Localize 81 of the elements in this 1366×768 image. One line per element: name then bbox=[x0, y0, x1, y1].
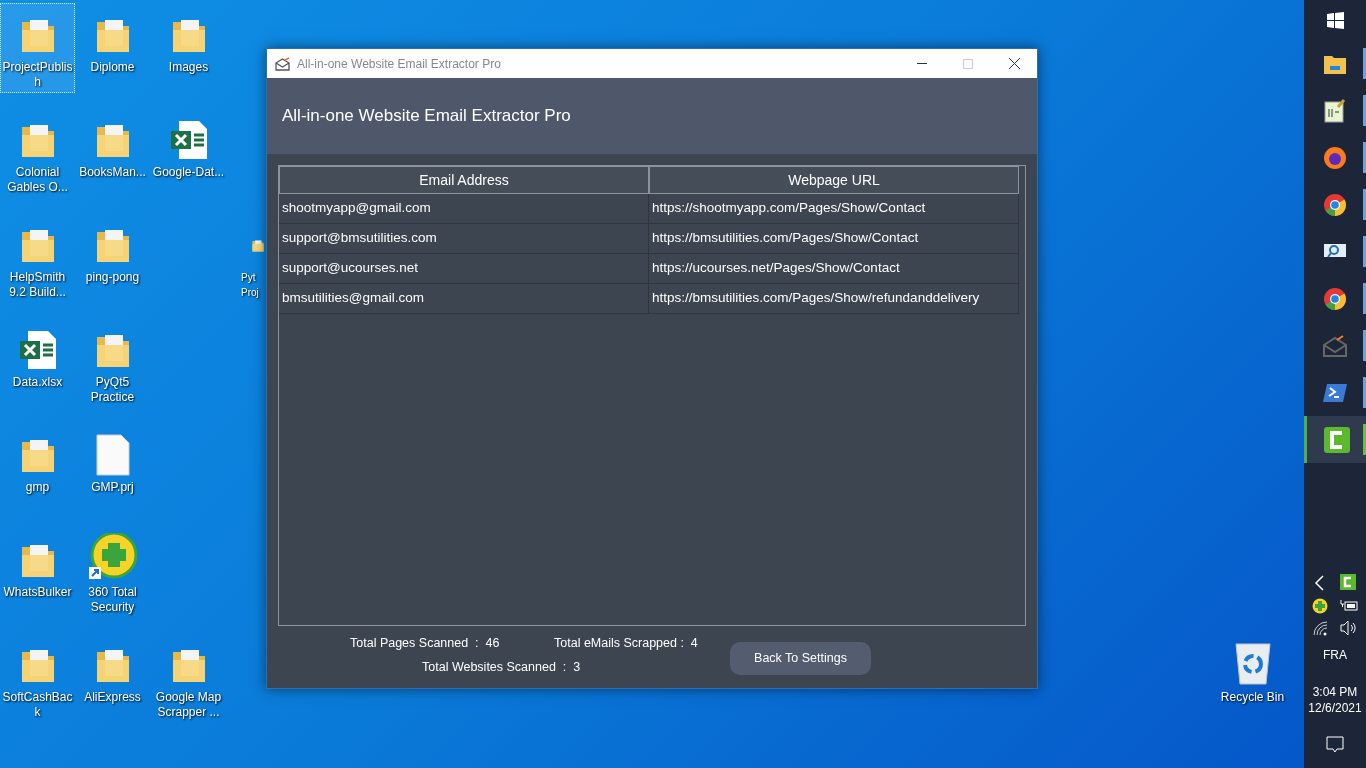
maximize-icon bbox=[963, 58, 973, 69]
desktop-icon[interactable]: Google Map Scrapper ... bbox=[151, 633, 226, 723]
desktop-icon[interactable]: Data.xlsx bbox=[0, 318, 75, 393]
icon-label: BooksMan... bbox=[79, 165, 146, 180]
clock-date[interactable]: 12/6/2021 bbox=[1308, 700, 1362, 716]
terminal-icon bbox=[1323, 382, 1347, 403]
icon-label: Recycle Bin bbox=[1220, 690, 1285, 705]
desktop-icon[interactable]: AliExpress bbox=[75, 633, 150, 708]
table-cell: support@bmsutilities.com bbox=[279, 224, 649, 254]
table-cell: https://bmsutilities.com/Pages/Show/Contact bbox=[649, 224, 1019, 254]
column-header[interactable]: Webpage URL bbox=[649, 166, 1019, 194]
desktop-icon[interactable]: Google-Dat... bbox=[151, 108, 226, 183]
icon-label: HelpSmith 9.2 Build... bbox=[8, 270, 67, 300]
language-indicator[interactable]: FRA bbox=[1323, 646, 1347, 664]
minimize-icon bbox=[917, 63, 927, 65]
icon-label: Pyt Proj bbox=[240, 271, 260, 300]
table-cell: bmsutilities@gmail.com bbox=[279, 284, 649, 314]
desktop-icon[interactable]: WhatsBulker bbox=[0, 528, 75, 603]
desktop-icon[interactable]: Diplome bbox=[75, 3, 150, 78]
icon-label: ProjectPublish bbox=[1, 60, 74, 90]
icon-label: AliExpress bbox=[84, 690, 141, 705]
icon-label: 360 Total Security bbox=[87, 585, 138, 615]
icon-label: Google-Dat... bbox=[152, 165, 225, 180]
envelope-icon bbox=[275, 56, 290, 71]
icon-label: WhatsBulker bbox=[3, 585, 72, 600]
stat-text: Total eMails Scrapped : 4 bbox=[554, 635, 698, 652]
spreadsheet-icon bbox=[168, 119, 209, 161]
firefox-icon bbox=[1323, 145, 1347, 170]
window-title: All-in-one Website Email Extractor Pro bbox=[297, 55, 501, 73]
desktop-icon[interactable]: SoftCashBack bbox=[0, 633, 75, 723]
file-icon bbox=[95, 434, 130, 476]
stat-text: Total Websites Scanned : 3 bbox=[422, 659, 581, 676]
icon-label: Images bbox=[168, 60, 209, 75]
table-cell: https://shootmyapp.com/Pages/Show/Contact bbox=[649, 194, 1019, 224]
envelope-icon bbox=[1323, 334, 1347, 357]
plus-shield-icon[interactable] bbox=[1312, 598, 1328, 614]
battery-icon[interactable] bbox=[1340, 598, 1358, 612]
notepad-icon bbox=[1324, 98, 1346, 123]
icon-label: SoftCashBack bbox=[1, 690, 74, 720]
notification-icon[interactable] bbox=[1326, 736, 1344, 754]
table-cell: shootmyapp@gmail.com bbox=[279, 194, 649, 224]
stat-text: Total Pages Scanned : 46 bbox=[350, 635, 500, 652]
icon-label: Colonial Gables O... bbox=[6, 165, 69, 195]
table-cell: https://ucourses.net/Pages/Show/Contact bbox=[649, 254, 1019, 284]
desktop-icon[interactable]: BooksMan... bbox=[75, 108, 150, 183]
icon-label: gmp bbox=[25, 480, 50, 495]
chrome-icon bbox=[1323, 192, 1347, 217]
table-cell: https://bmsutilities.com/Pages/Show/refundanddelivery bbox=[649, 284, 1019, 314]
desktop-icon[interactable]: HelpSmith 9.2 Build... bbox=[0, 213, 75, 303]
desktop-icon[interactable]: ProjectPublish bbox=[0, 3, 75, 93]
clock-time[interactable]: 3:04 PM bbox=[1312, 684, 1358, 700]
icon-label: Data.xlsx bbox=[12, 375, 63, 390]
icon-label: ping-pong bbox=[85, 270, 140, 285]
icon-label: Google Map Scrapper ... bbox=[154, 690, 223, 720]
desktop-icon[interactable]: ping-pong bbox=[75, 213, 150, 288]
desktop-icon[interactable]: GMP.prj bbox=[75, 423, 150, 498]
close-icon bbox=[1008, 58, 1020, 70]
table-cell: support@ucourses.net bbox=[279, 254, 649, 284]
trash-bin-icon bbox=[1233, 640, 1272, 686]
app-heading: All-in-one Website Email Extractor Pro bbox=[282, 105, 571, 128]
windows-logo-icon bbox=[1326, 11, 1344, 29]
icon-label: GMP.prj bbox=[91, 480, 134, 495]
desktop-icon[interactable]: Images bbox=[151, 3, 226, 78]
desktop-icon[interactable]: PyQt5 Practice bbox=[75, 318, 150, 408]
icon-label: Diplome bbox=[90, 60, 135, 75]
wifi-icon[interactable] bbox=[1312, 620, 1328, 636]
desktop-icon[interactable]: Pyt Proj bbox=[238, 213, 266, 303]
desktop-icon[interactable]: 360 Total Security bbox=[75, 528, 150, 618]
taskbar-app[interactable] bbox=[1304, 416, 1366, 463]
icon-label: PyQt5 Practice bbox=[89, 375, 136, 405]
plus-shield-icon bbox=[87, 533, 138, 581]
desktop-icon[interactable]: Colonial Gables O... bbox=[0, 108, 75, 198]
column-header[interactable]: Email Address bbox=[279, 166, 649, 194]
speaker-icon[interactable] bbox=[1340, 620, 1358, 636]
back-to-settings-button[interactable]: Back To Settings bbox=[730, 642, 871, 675]
camtasia-icon bbox=[1323, 426, 1350, 453]
desktop-icon[interactable]: gmp bbox=[0, 423, 75, 498]
spreadsheet-icon bbox=[17, 329, 58, 371]
chrome-icon bbox=[1323, 286, 1347, 311]
desktop-icon[interactable]: Recycle Bin bbox=[1215, 633, 1290, 708]
folder-icon bbox=[1324, 53, 1346, 74]
